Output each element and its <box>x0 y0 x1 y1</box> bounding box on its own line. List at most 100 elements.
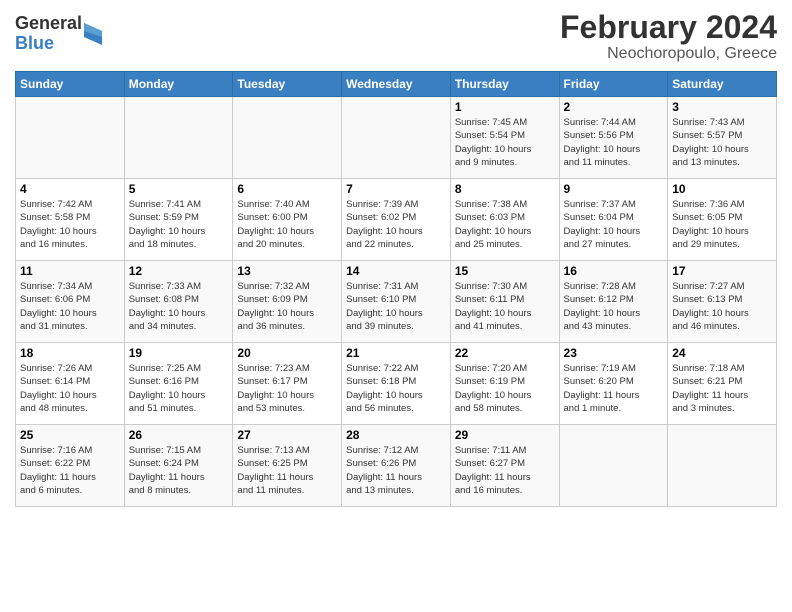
day-cell: 25 Sunrise: 7:16 AM Sunset: 6:22 PM Dayli… <box>16 425 125 507</box>
col-header-tuesday: Tuesday <box>233 72 342 97</box>
day-info: Sunrise: 7:42 AM Sunset: 5:58 PM Dayligh… <box>20 198 120 251</box>
col-header-sunday: Sunday <box>16 72 125 97</box>
day-number: 16 <box>564 264 664 278</box>
day-number: 12 <box>129 264 229 278</box>
day-cell: 22 Sunrise: 7:20 AM Sunset: 6:19 PM Dayli… <box>450 343 559 425</box>
day-info: Sunrise: 7:38 AM Sunset: 6:03 PM Dayligh… <box>455 198 555 251</box>
day-cell: 12 Sunrise: 7:33 AM Sunset: 6:08 PM Dayli… <box>124 261 233 343</box>
day-cell: 7Sunrise: 7:39 AM Sunset: 6:02 PM Daylig… <box>342 179 451 261</box>
day-cell: 6 Sunrise: 7:40 AM Sunset: 6:00 PM Daylig… <box>233 179 342 261</box>
day-cell: 23 Sunrise: 7:19 AM Sunset: 6:20 PM Dayli… <box>559 343 668 425</box>
day-number: 4 <box>20 182 120 196</box>
day-number: 17 <box>672 264 772 278</box>
day-info: Sunrise: 7:31 AM Sunset: 6:10 PM Dayligh… <box>346 280 446 333</box>
day-info: Sunrise: 7:34 AM Sunset: 6:06 PM Dayligh… <box>20 280 120 333</box>
day-info: Sunrise: 7:19 AM Sunset: 6:20 PM Dayligh… <box>564 362 664 415</box>
day-cell: 9 Sunrise: 7:37 AM Sunset: 6:04 PM Daylig… <box>559 179 668 261</box>
col-header-saturday: Saturday <box>668 72 777 97</box>
week-row-3: 11 Sunrise: 7:34 AM Sunset: 6:06 PM Dayli… <box>16 261 777 343</box>
day-cell: 4 Sunrise: 7:42 AM Sunset: 5:58 PM Daylig… <box>16 179 125 261</box>
day-cell <box>124 97 233 179</box>
day-cell: 8 Sunrise: 7:38 AM Sunset: 6:03 PM Daylig… <box>450 179 559 261</box>
day-info: Sunrise: 7:33 AM Sunset: 6:08 PM Dayligh… <box>129 280 229 333</box>
day-info: Sunrise: 7:26 AM Sunset: 6:14 PM Dayligh… <box>20 362 120 415</box>
day-number: 26 <box>129 428 229 442</box>
day-number: 25 <box>20 428 120 442</box>
day-cell: 28Sunrise: 7:12 AM Sunset: 6:26 PM Dayli… <box>342 425 451 507</box>
day-number: 3 <box>672 100 772 114</box>
logo-blue: Blue <box>15 34 82 54</box>
day-info: Sunrise: 7:11 AM Sunset: 6:27 PM Dayligh… <box>455 444 555 497</box>
day-cell: 11 Sunrise: 7:34 AM Sunset: 6:06 PM Dayli… <box>16 261 125 343</box>
day-cell: 15 Sunrise: 7:30 AM Sunset: 6:11 PM Dayli… <box>450 261 559 343</box>
day-cell: 19Sunrise: 7:25 AM Sunset: 6:16 PM Dayli… <box>124 343 233 425</box>
day-info: Sunrise: 7:32 AM Sunset: 6:09 PM Dayligh… <box>237 280 337 333</box>
day-info: Sunrise: 7:28 AM Sunset: 6:12 PM Dayligh… <box>564 280 664 333</box>
day-cell: 10 Sunrise: 7:36 AM Sunset: 6:05 PM Dayli… <box>668 179 777 261</box>
week-row-1: 1Sunrise: 7:45 AM Sunset: 5:54 PM Daylig… <box>16 97 777 179</box>
header-row: SundayMondayTuesdayWednesdayThursdayFrid… <box>16 72 777 97</box>
day-number: 10 <box>672 182 772 196</box>
day-cell <box>233 97 342 179</box>
day-number: 18 <box>20 346 120 360</box>
day-number: 20 <box>237 346 337 360</box>
day-number: 14 <box>346 264 446 278</box>
logo-general: General <box>15 14 82 34</box>
day-cell: 20Sunrise: 7:23 AM Sunset: 6:17 PM Dayli… <box>233 343 342 425</box>
day-cell: 1Sunrise: 7:45 AM Sunset: 5:54 PM Daylig… <box>450 97 559 179</box>
day-number: 29 <box>455 428 555 442</box>
logo: General Blue <box>15 10 102 54</box>
day-cell: 21 Sunrise: 7:22 AM Sunset: 6:18 PM Dayli… <box>342 343 451 425</box>
day-cell: 5 Sunrise: 7:41 AM Sunset: 5:59 PM Daylig… <box>124 179 233 261</box>
day-number: 2 <box>564 100 664 114</box>
day-number: 15 <box>455 264 555 278</box>
header: General Blue February 2024 Neochoropoulo… <box>15 10 777 63</box>
day-cell: 16 Sunrise: 7:28 AM Sunset: 6:12 PM Dayli… <box>559 261 668 343</box>
day-info: Sunrise: 7:30 AM Sunset: 6:11 PM Dayligh… <box>455 280 555 333</box>
week-row-5: 25 Sunrise: 7:16 AM Sunset: 6:22 PM Dayli… <box>16 425 777 507</box>
day-number: 21 <box>346 346 446 360</box>
day-number: 7 <box>346 182 446 196</box>
day-info: Sunrise: 7:16 AM Sunset: 6:22 PM Dayligh… <box>20 444 120 497</box>
day-number: 28 <box>346 428 446 442</box>
day-number: 27 <box>237 428 337 442</box>
day-cell: 17 Sunrise: 7:27 AM Sunset: 6:13 PM Dayli… <box>668 261 777 343</box>
calendar-page: General Blue February 2024 Neochoropoulo… <box>0 0 792 612</box>
day-info: Sunrise: 7:27 AM Sunset: 6:13 PM Dayligh… <box>672 280 772 333</box>
day-cell <box>668 425 777 507</box>
logo-icon <box>84 23 102 45</box>
day-info: Sunrise: 7:41 AM Sunset: 5:59 PM Dayligh… <box>129 198 229 251</box>
main-title: February 2024 <box>560 10 777 45</box>
week-row-2: 4 Sunrise: 7:42 AM Sunset: 5:58 PM Daylig… <box>16 179 777 261</box>
day-number: 5 <box>129 182 229 196</box>
day-info: Sunrise: 7:22 AM Sunset: 6:18 PM Dayligh… <box>346 362 446 415</box>
day-cell: 2 Sunrise: 7:44 AM Sunset: 5:56 PM Daylig… <box>559 97 668 179</box>
day-cell <box>16 97 125 179</box>
col-header-monday: Monday <box>124 72 233 97</box>
calendar-table: SundayMondayTuesdayWednesdayThursdayFrid… <box>15 71 777 507</box>
day-number: 8 <box>455 182 555 196</box>
day-info: Sunrise: 7:36 AM Sunset: 6:05 PM Dayligh… <box>672 198 772 251</box>
day-number: 13 <box>237 264 337 278</box>
day-number: 11 <box>20 264 120 278</box>
day-info: Sunrise: 7:37 AM Sunset: 6:04 PM Dayligh… <box>564 198 664 251</box>
day-number: 24 <box>672 346 772 360</box>
day-info: Sunrise: 7:15 AM Sunset: 6:24 PM Dayligh… <box>129 444 229 497</box>
day-cell: 24Sunrise: 7:18 AM Sunset: 6:21 PM Dayli… <box>668 343 777 425</box>
day-cell: 13 Sunrise: 7:32 AM Sunset: 6:09 PM Dayli… <box>233 261 342 343</box>
day-number: 23 <box>564 346 664 360</box>
day-info: Sunrise: 7:40 AM Sunset: 6:00 PM Dayligh… <box>237 198 337 251</box>
day-cell: 14 Sunrise: 7:31 AM Sunset: 6:10 PM Dayli… <box>342 261 451 343</box>
day-number: 22 <box>455 346 555 360</box>
day-info: Sunrise: 7:25 AM Sunset: 6:16 PM Dayligh… <box>129 362 229 415</box>
day-info: Sunrise: 7:45 AM Sunset: 5:54 PM Dayligh… <box>455 116 555 169</box>
day-cell: 29 Sunrise: 7:11 AM Sunset: 6:27 PM Dayli… <box>450 425 559 507</box>
day-number: 9 <box>564 182 664 196</box>
day-cell <box>559 425 668 507</box>
title-block: February 2024 Neochoropoulo, Greece <box>560 10 777 63</box>
day-cell: 26 Sunrise: 7:15 AM Sunset: 6:24 PM Dayli… <box>124 425 233 507</box>
day-info: Sunrise: 7:44 AM Sunset: 5:56 PM Dayligh… <box>564 116 664 169</box>
day-number: 6 <box>237 182 337 196</box>
day-info: Sunrise: 7:20 AM Sunset: 6:19 PM Dayligh… <box>455 362 555 415</box>
day-info: Sunrise: 7:43 AM Sunset: 5:57 PM Dayligh… <box>672 116 772 169</box>
